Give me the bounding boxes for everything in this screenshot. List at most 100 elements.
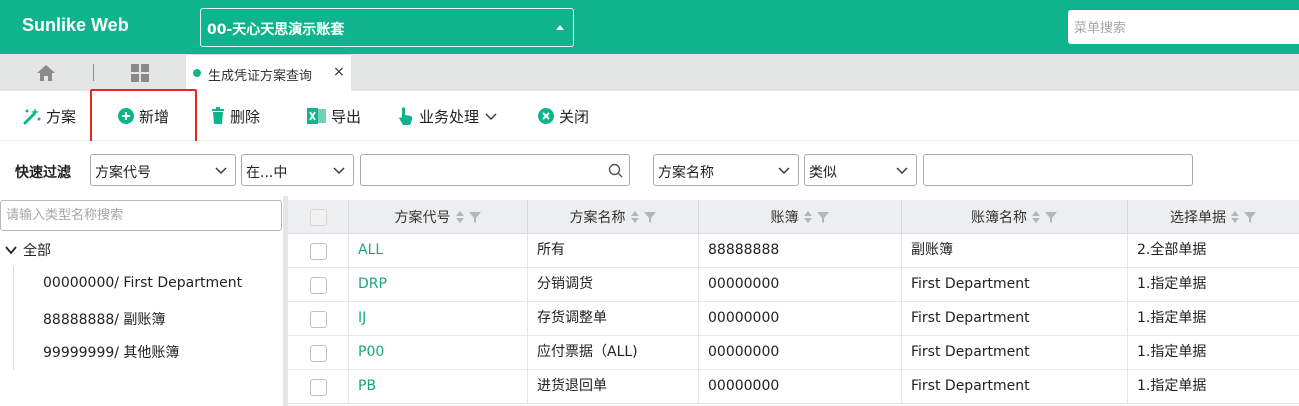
apps-grid-icon: [131, 64, 149, 82]
column-header-code[interactable]: 方案代号: [349, 200, 528, 234]
sort-icon: [455, 211, 464, 223]
tree-item[interactable]: 00000000/ First Department: [43, 275, 242, 291]
select-all-checkbox[interactable]: [309, 208, 327, 226]
delete-label: 删除: [230, 107, 261, 126]
brand-logo: Sunlike Web: [22, 15, 129, 35]
column-header-book[interactable]: 账簿: [699, 200, 902, 234]
delete-button[interactable]: 删除: [210, 91, 260, 141]
business-process-label: 业务处理: [419, 107, 480, 126]
quick-filter-bar: 快速过滤 方案代号 在...中 方案名称 类似: [0, 141, 1299, 196]
chevron-down-icon: [333, 167, 345, 174]
close-circle-icon: [538, 108, 554, 124]
row-checkbox[interactable]: [310, 243, 327, 260]
cell-book-name: First Department: [902, 302, 1128, 335]
cell-name: 进货退回单: [528, 370, 699, 403]
export-label: 导出: [331, 107, 362, 126]
tree-root-all[interactable]: 全部: [4, 240, 51, 260]
column-header-book-name[interactable]: 账簿名称: [902, 200, 1128, 234]
cell-code[interactable]: DRP: [349, 268, 528, 301]
sort-filter-icons[interactable]: [803, 210, 830, 224]
row-checkbox-cell: [288, 268, 349, 301]
cell-code[interactable]: ALL: [349, 234, 528, 267]
tree-search-input[interactable]: [0, 200, 282, 231]
cell-name: 存货调整单: [528, 302, 699, 335]
table-row[interactable]: DRP 分销调货 00000000 First Department 1.指定单…: [288, 268, 1299, 302]
filter-icon: [816, 211, 829, 223]
tree-item[interactable]: 88888888/ 副账簿: [43, 309, 165, 329]
chevron-down-icon: [485, 113, 497, 120]
scheme-button[interactable]: 方案: [22, 91, 76, 141]
table-header: 方案代号 方案名称 账簿 账簿名称 选择单据: [288, 200, 1299, 234]
cell-book: 88888888: [699, 234, 902, 267]
column-header-label: 账簿名称: [971, 210, 1027, 226]
account-selector[interactable]: 00-天心天思演示账套: [200, 8, 574, 47]
menu-search-input[interactable]: [1068, 10, 1299, 44]
cell-name: 应付票据（ALL): [528, 336, 699, 369]
filter-operator-select-2[interactable]: 类似: [804, 154, 917, 186]
row-checkbox[interactable]: [310, 379, 327, 396]
filter-icon: [1045, 211, 1057, 223]
column-header-label: 方案代号: [394, 210, 451, 226]
cell-book: 00000000: [699, 370, 902, 403]
column-header-name[interactable]: 方案名称: [528, 200, 699, 234]
row-checkbox-cell: [288, 370, 349, 403]
row-checkbox[interactable]: [310, 311, 327, 328]
cell-book-name: First Department: [902, 268, 1128, 301]
account-selector-label: 00-天心天思演示账套: [207, 22, 345, 38]
sort-filter-icons[interactable]: [630, 210, 657, 224]
filter-field-1-value: 方案代号: [95, 165, 151, 181]
column-header-label: 方案名称: [569, 210, 626, 226]
tree-item[interactable]: 99999999/ 其他账簿: [43, 342, 179, 362]
filter-icon: [1244, 211, 1256, 223]
cell-select-doc: 1.指定单据: [1137, 276, 1207, 292]
close-tab-icon[interactable]: ×: [333, 64, 345, 80]
table-row[interactable]: PB 进货退回单 00000000 First Department 1.指定单…: [288, 370, 1299, 404]
row-checkbox[interactable]: [310, 345, 327, 362]
highlight-box: [90, 89, 197, 143]
table-row[interactable]: IJ 存货调整单 00000000 First Department 1.指定单…: [288, 302, 1299, 336]
cell-book: 00000000: [699, 268, 902, 301]
filter-field-2-value: 方案名称: [658, 165, 714, 181]
filter-operator-2-value: 类似: [809, 165, 837, 181]
filter-field-select-1[interactable]: 方案代号: [90, 154, 236, 186]
export-button[interactable]: 导出: [307, 91, 361, 141]
tab-voucher-scheme-query[interactable]: 生成凭证方案查询 ×: [186, 54, 351, 91]
tab-apps[interactable]: [124, 62, 156, 84]
filter-value-input-2[interactable]: [923, 154, 1193, 186]
filter-operator-1-value: 在...中: [246, 165, 288, 181]
row-checkbox-cell: [288, 234, 349, 267]
excel-icon: [307, 108, 326, 124]
table-row[interactable]: P00 应付票据（ALL) 00000000 First Department …: [288, 336, 1299, 370]
table-row[interactable]: ALL 所有 88888888 副账簿 2.全部单据: [288, 234, 1299, 268]
filter-icon: [643, 211, 656, 223]
cell-code[interactable]: PB: [349, 370, 528, 403]
column-header-select-doc[interactable]: 选择单据: [1128, 200, 1299, 234]
chevron-down-icon: [778, 167, 790, 174]
sort-filter-icons[interactable]: [1230, 210, 1257, 224]
tree-root-label: 全部: [23, 243, 51, 259]
search-icon[interactable]: [608, 163, 623, 178]
home-icon: [37, 65, 55, 81]
filter-operator-select-1[interactable]: 在...中: [241, 154, 354, 186]
sort-filter-icons[interactable]: [1031, 210, 1058, 224]
category-tree-panel: 全部 00000000/ First Department 88888888/ …: [0, 196, 283, 406]
cell-select-doc: 1.指定单据: [1137, 378, 1207, 394]
cell-select-doc: 2.全部单据: [1137, 242, 1207, 258]
trash-icon: [212, 107, 224, 124]
cell-select-doc: 1.指定单据: [1137, 344, 1207, 360]
cell-code[interactable]: P00: [349, 336, 528, 369]
scheme-label: 方案: [46, 107, 77, 126]
column-header-label: 账簿: [770, 210, 799, 226]
cell-code[interactable]: IJ: [349, 302, 528, 335]
close-button[interactable]: 关闭: [537, 91, 589, 141]
chevron-down-icon: [215, 167, 227, 174]
tab-home[interactable]: [30, 62, 62, 84]
cell-name: 所有: [528, 234, 699, 267]
sort-icon: [803, 211, 812, 223]
caret-up-icon: [556, 25, 564, 30]
business-process-button[interactable]: 业务处理: [397, 91, 501, 141]
sort-filter-icons[interactable]: [455, 210, 482, 224]
filter-field-select-2[interactable]: 方案名称: [653, 154, 799, 186]
filter-value-input-1[interactable]: [360, 154, 630, 186]
row-checkbox[interactable]: [310, 277, 327, 294]
